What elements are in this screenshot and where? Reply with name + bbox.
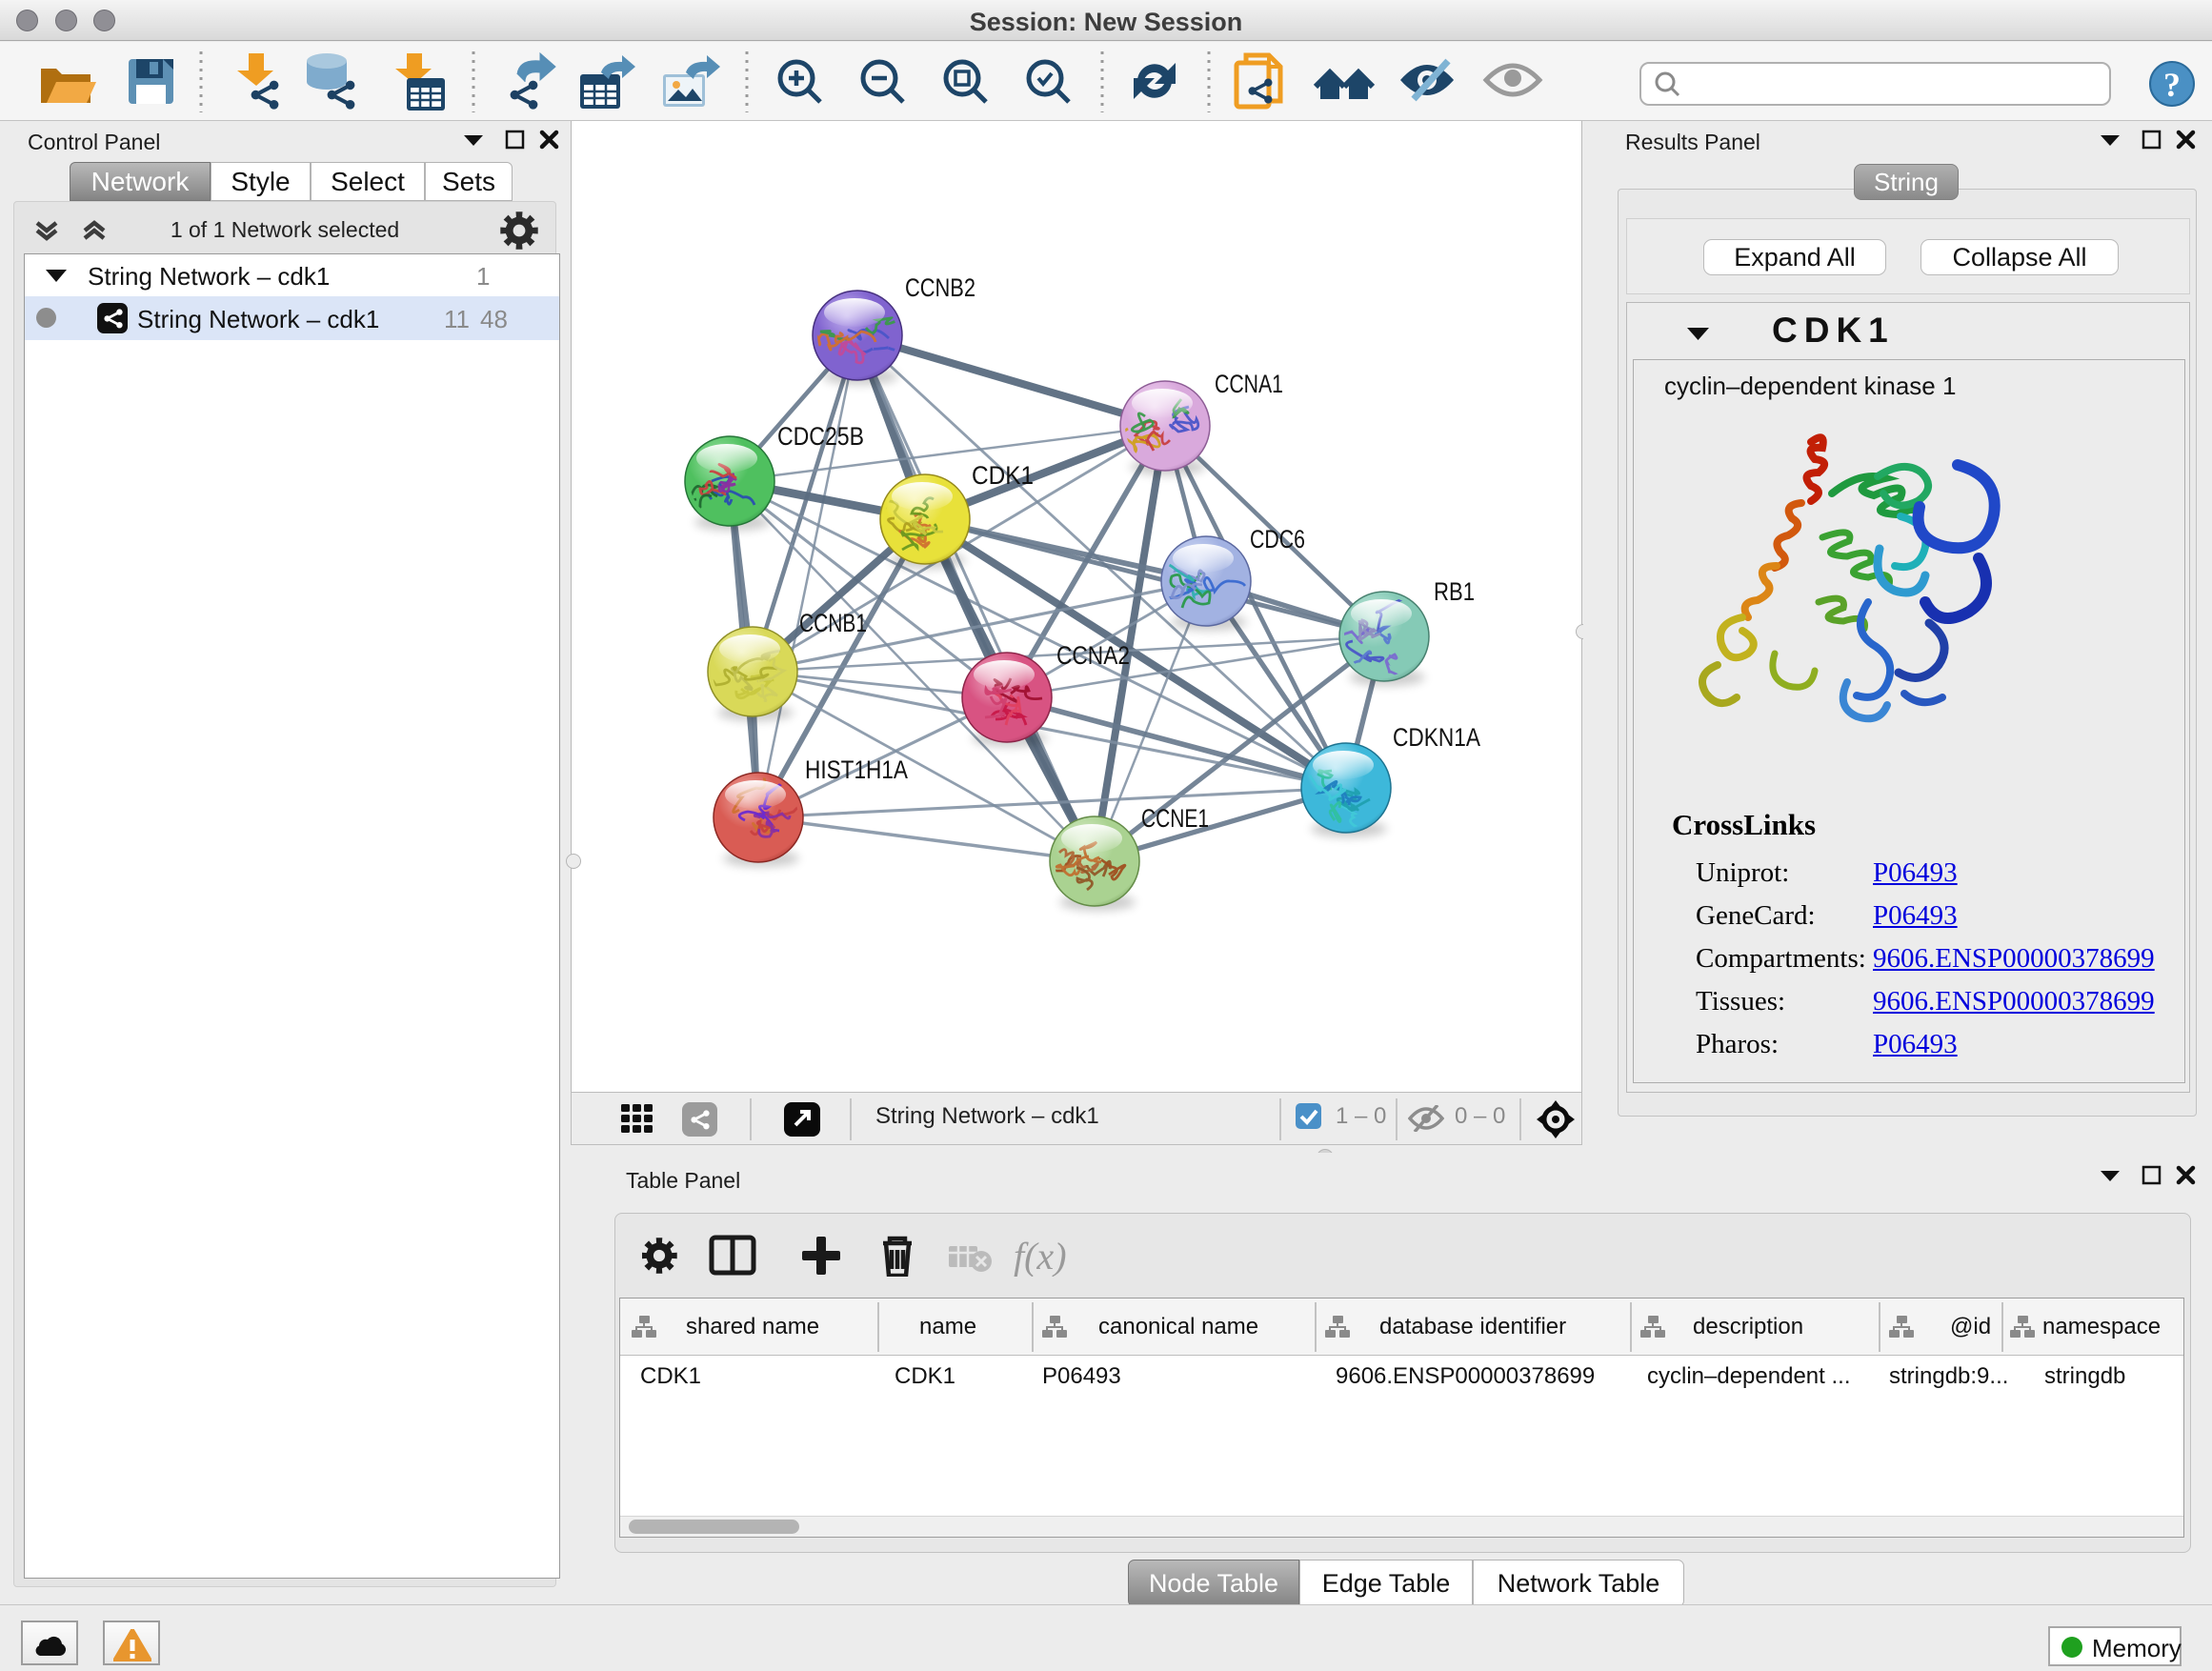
svg-text:CCNA2: CCNA2 <box>1056 641 1130 670</box>
svg-text:RB1: RB1 <box>1434 577 1475 606</box>
svg-text:CCNB1: CCNB1 <box>799 609 867 637</box>
svg-text:CDKN1A: CDKN1A <box>1393 723 1480 752</box>
svg-text:CDC25B: CDC25B <box>777 422 864 451</box>
svg-text:CCNA1: CCNA1 <box>1215 370 1283 398</box>
svg-text:CDC6: CDC6 <box>1250 525 1305 554</box>
svg-text:f(x): f(x) <box>1014 1235 1067 1277</box>
svg-text:CCNE1: CCNE1 <box>1141 804 1209 833</box>
svg-text:CCNB2: CCNB2 <box>905 273 975 302</box>
svg-text:CDK1: CDK1 <box>972 461 1034 490</box>
svg-text:HIST1H1A: HIST1H1A <box>805 755 908 784</box>
svg-text:?: ? <box>2163 66 2181 104</box>
